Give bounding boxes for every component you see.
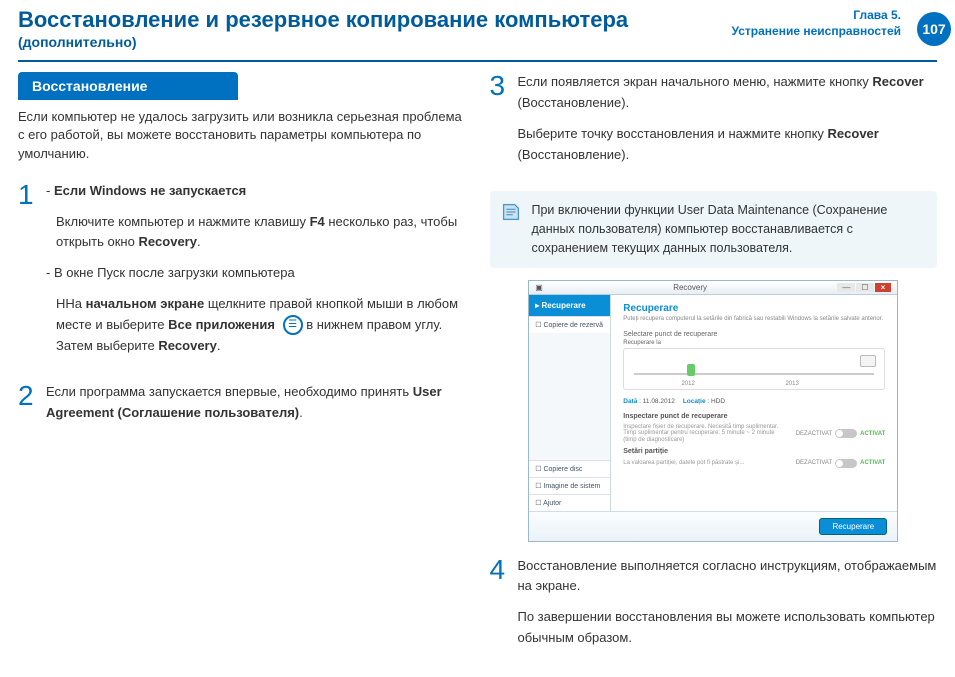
page-subtitle: (дополнительно) [18, 34, 732, 50]
chapter-info: Глава 5. Устранение неисправностей [732, 8, 901, 39]
step1-end: . [197, 234, 201, 249]
step3-f: (Восстановление). [518, 147, 630, 162]
all-apps-icon: ☰ [283, 315, 303, 335]
page-title: Восстановление и резервное копирование к… [18, 8, 732, 32]
key-f4: F4 [310, 214, 325, 229]
step-number-3: 3 [490, 72, 518, 175]
step4-b: По завершении восстановления вы можете и… [518, 607, 938, 649]
step3-d: Выберите точку восстановления и нажмите … [518, 126, 828, 141]
step-number-4: 4 [490, 556, 518, 659]
ss-date-value: 11.08.2012 [643, 398, 675, 405]
recovery-bold-1: Recovery [138, 234, 197, 249]
calendar-icon [860, 355, 876, 367]
ss-link-copydisk: ☐ Copiere disc [529, 460, 610, 477]
ss-window-title: Recovery [673, 283, 707, 292]
step3-a: Если появляется экран начального меню, н… [518, 74, 873, 89]
step1b-b: начальном экране [86, 296, 205, 311]
ss-timeline: 2012 2013 [623, 348, 885, 390]
step-number-2: 2 [18, 382, 46, 424]
ss-link-sysimage: ☐ Imagine de sistem [529, 477, 610, 494]
recovery-bold-2: Recovery [158, 338, 217, 353]
step-number-1: 1 [18, 181, 46, 367]
ss-link-help: ☐ Ajutor [529, 494, 610, 511]
step1-heading-b: В окне Пуск после загрузки компьютера [54, 265, 295, 280]
step1b-a: ННа [56, 296, 86, 311]
ss-opt-heading2: Setări partiție [623, 448, 885, 455]
note-icon [500, 201, 522, 223]
header-divider [18, 60, 937, 62]
intro-text: Если компьютер не удалось загрузить или … [18, 108, 466, 163]
ss-app-icon: ▣ [535, 283, 543, 292]
ss-sec1: Selectare punct de recuperare [623, 331, 885, 338]
ss-heading: Recuperare [623, 303, 885, 314]
ss-close-icon: × [875, 283, 892, 292]
step3-e: Recover [828, 126, 879, 141]
ss-loc-label: Locație [683, 398, 706, 405]
ss-tab-recover: ▸ Recuperare [529, 295, 610, 316]
ss-desc: Puteți recupera computerul la setările d… [623, 316, 885, 323]
chapter-title: Устранение неисправностей [732, 24, 901, 40]
step1-heading-a: Если Windows не запускается [54, 183, 246, 198]
ss-opt2-text: La valoarea partiției, datele pot fi păs… [623, 460, 744, 467]
info-note: При включении функции User Data Maintena… [490, 191, 938, 267]
ss-opt-heading: Inspectare punct de recuperare [623, 413, 885, 420]
step2-c: . [299, 405, 303, 420]
ss-restore-point-marker [687, 364, 695, 376]
step1b-d: Все приложения [168, 317, 275, 332]
step1b-g: . [217, 338, 221, 353]
ss-recover-button: Recuperare [819, 518, 887, 535]
ss-opt1-text: Inspectare fișier de recuperare. Necesit… [623, 424, 788, 444]
recovery-screenshot: ▣ Recovery —☐× ▸ Recuperare ☐ Copiere de… [528, 280, 898, 542]
ss-date-label: Dată [623, 398, 637, 405]
step2-a: Если программа запускается впервые, необ… [46, 384, 413, 399]
step3-b: Recover [872, 74, 923, 89]
ss-toggle-2: DEZACTIVAT ACTIVAT [796, 459, 886, 468]
ss-year-1: 2012 [681, 381, 694, 387]
page-number-badge: 107 [917, 12, 951, 46]
ss-toggle-1: DEZACTIVAT ACTIVAT [796, 429, 886, 438]
ss-sec1b: Recuperare la [623, 340, 885, 346]
section-heading: Восстановление [18, 72, 238, 100]
info-text: При включении функции User Data Maintena… [532, 203, 888, 255]
step4-a: Восстановление выполняется согласно инст… [518, 556, 938, 598]
ss-year-2: 2013 [785, 381, 798, 387]
ss-loc-value: HDD [711, 398, 725, 405]
step1-text-a: Включите компьютер и нажмите клавишу [56, 214, 310, 229]
step3-c: (Восстановление). [518, 95, 630, 110]
ss-tab-backup: ☐ Copiere de rezervă [529, 316, 610, 333]
chapter-number: Глава 5. [732, 8, 901, 24]
